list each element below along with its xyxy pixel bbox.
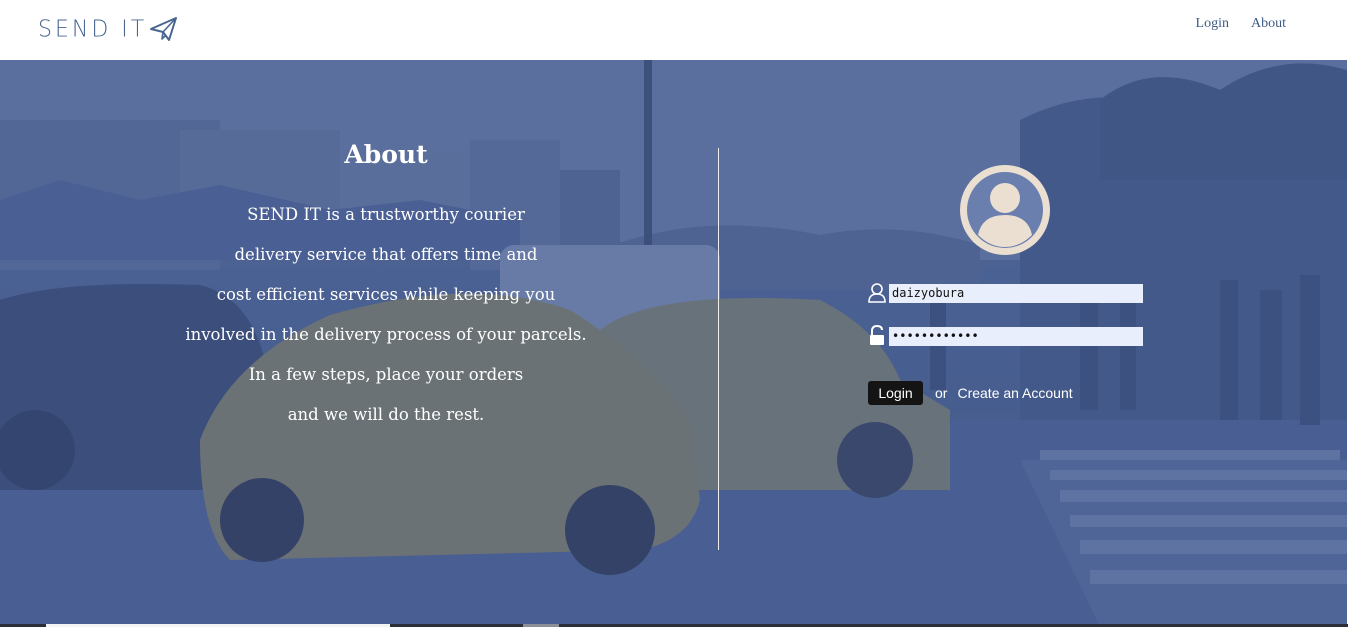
nav-about-link[interactable]: About bbox=[1251, 16, 1286, 32]
username-row bbox=[867, 282, 1143, 304]
create-account-link[interactable]: Create an Account bbox=[957, 385, 1072, 401]
about-line: delivery service that offers time and bbox=[234, 245, 538, 264]
paper-plane-icon bbox=[150, 17, 178, 41]
about-line: In a few steps, place your orders bbox=[248, 365, 524, 384]
nav-login-link[interactable]: Login bbox=[1196, 16, 1229, 32]
top-nav: Login About bbox=[1196, 16, 1286, 32]
about-description: SEND IT is a trustworthy courier deliver… bbox=[0, 200, 772, 440]
unlock-icon bbox=[870, 325, 884, 345]
about-line: and we will do the rest. bbox=[287, 405, 485, 424]
login-button[interactable]: Login bbox=[868, 381, 923, 405]
about-title: About bbox=[344, 140, 428, 169]
username-input[interactable] bbox=[889, 283, 1143, 303]
user-icon bbox=[868, 283, 886, 303]
brand-logo[interactable]: SEND IT bbox=[38, 14, 179, 44]
password-input[interactable] bbox=[889, 326, 1143, 346]
top-navbar: SEND IT Login About bbox=[0, 0, 1348, 60]
login-actions: Login or Create an Account bbox=[868, 381, 1073, 405]
section-divider bbox=[718, 148, 719, 550]
about-line: involved in the delivery process of your… bbox=[185, 325, 587, 344]
password-row bbox=[867, 325, 1143, 347]
brand-logo-text: SEND IT bbox=[38, 15, 148, 43]
user-avatar-icon bbox=[960, 165, 1050, 255]
about-line: SEND IT is a trustworthy courier bbox=[247, 205, 525, 224]
or-text: or bbox=[935, 385, 948, 401]
about-line: cost efficient services while keeping yo… bbox=[216, 285, 556, 304]
